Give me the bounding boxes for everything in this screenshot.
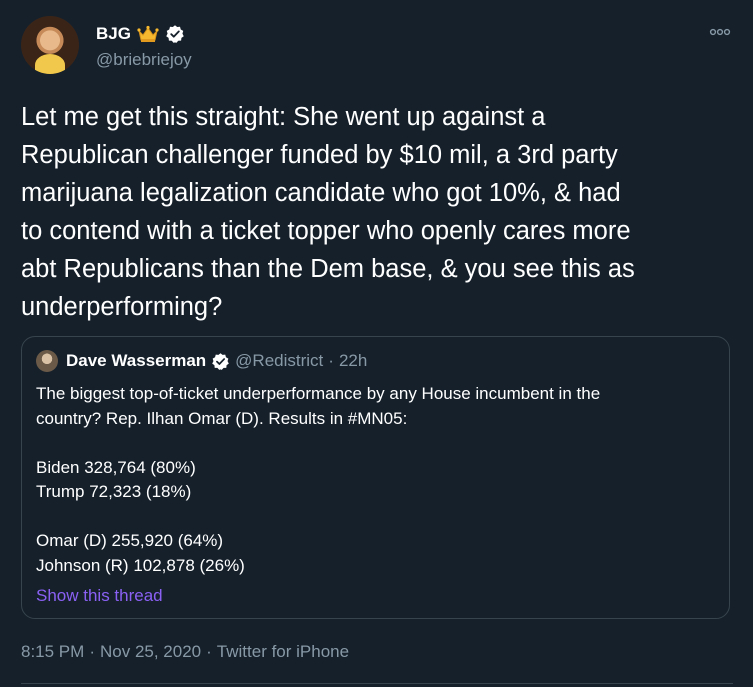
author-avatar[interactable]	[21, 16, 79, 74]
quoted-separator: ·	[328, 351, 334, 370]
quoted-text: The biggest top-of-ticket underperforman…	[36, 384, 601, 575]
verified-icon	[212, 352, 229, 370]
divider	[21, 683, 733, 684]
tweet-source[interactable]: Twitter for iPhone	[217, 642, 349, 662]
tweet-text: Let me get this straight: She went up ag…	[21, 103, 635, 321]
quoted-display-name: Dave Wasserman	[66, 351, 207, 370]
quoted-author-avatar	[36, 350, 58, 372]
author-display-name[interactable]: BJG	[96, 24, 131, 44]
quoted-timestamp: 22h	[338, 351, 368, 370]
more-button[interactable]	[707, 22, 733, 42]
tweet-date[interactable]: Nov 25, 2020	[100, 642, 201, 662]
quoted-tweet[interactable]: Dave Wasserman @Redistrict · 22h The big…	[21, 336, 730, 619]
quoted-handle: @Redistrict	[235, 351, 324, 370]
tweet-time[interactable]: 8:15 PM	[21, 642, 84, 662]
more-horizontal-icon	[709, 28, 731, 36]
verified-icon	[166, 25, 184, 43]
tweet-meta: 8:15 PM · Nov 25, 2020 · Twitter for iPh…	[21, 642, 349, 662]
quoted-author-row: Dave Wasserman @Redistrict · 22h	[66, 349, 367, 373]
author-handle[interactable]: @briebriejoy	[96, 50, 192, 70]
author-name-row[interactable]: BJG	[96, 22, 185, 46]
show-thread-link[interactable]: Show this thread	[36, 586, 163, 606]
meta-separator: ·	[206, 642, 212, 661]
meta-separator: ·	[89, 642, 95, 661]
crown-icon	[137, 25, 159, 42]
tweet: BJG @briebriejoy Let me get this straigh…	[0, 0, 753, 687]
